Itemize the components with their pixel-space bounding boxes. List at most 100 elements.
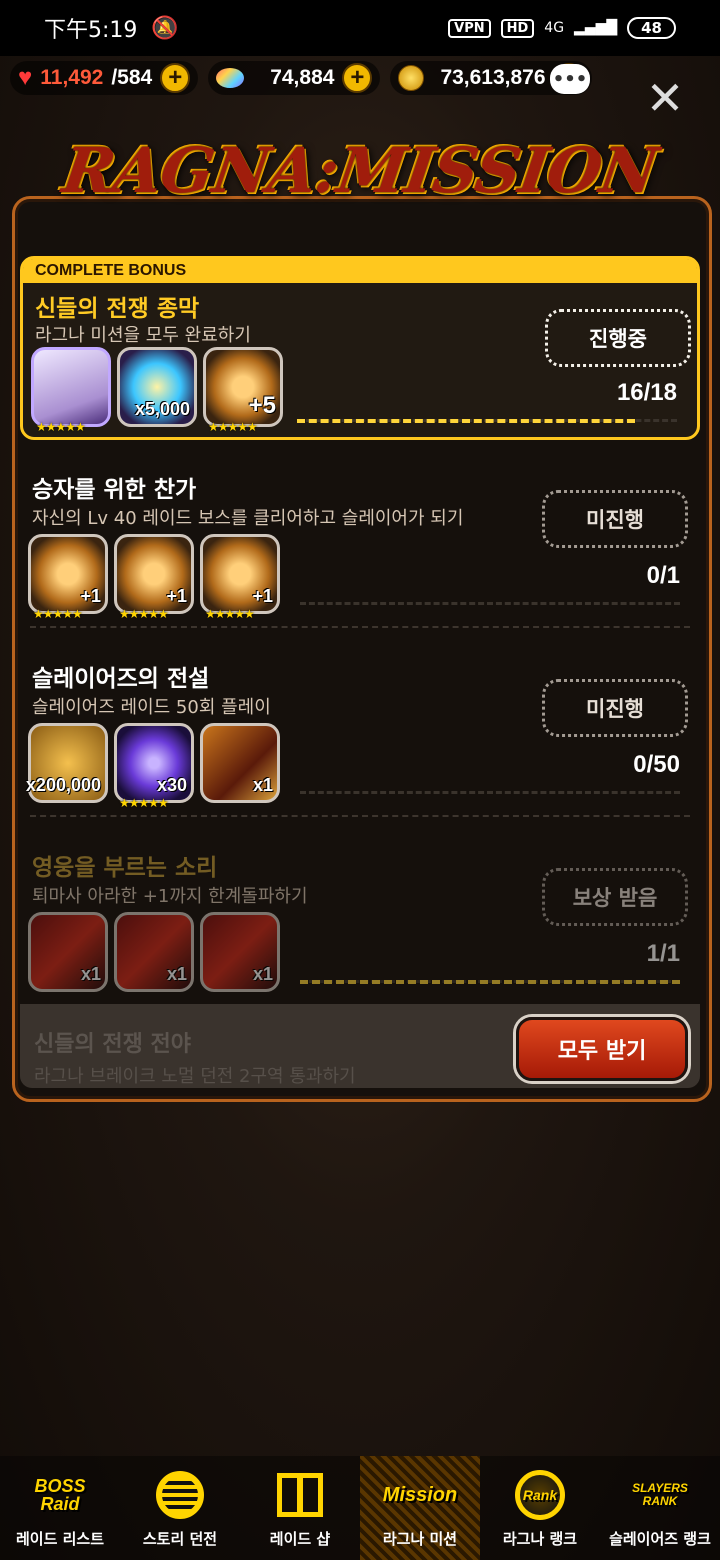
bottom-nav: BOSS Raid 레이드 리스트 스토리 던전 레이드 샵 Mission 라… (0, 1456, 720, 1560)
reward-quantity: x1 (80, 964, 101, 984)
star-rating: ★★★★★ (33, 607, 83, 621)
progress-track (300, 791, 680, 794)
reward-quantity: +1 (166, 586, 187, 606)
chat-bubble-icon: ••• (552, 68, 588, 90)
nav-story-dungeon[interactable]: 스토리 던전 (120, 1456, 240, 1560)
nav-ragna-rank[interactable]: Rank 라그나 랭크 (480, 1456, 600, 1560)
mission-description: 라그나 브레이크 노멀 던전 2구역 통과하기 (34, 1066, 356, 1087)
reward-rainbow-gem[interactable]: x5,000 (117, 347, 197, 427)
star-rating: ★★★★★ (36, 420, 86, 434)
nav-slayers-rank[interactable]: SLAYERS RANK 슬레이어즈 랭크 (600, 1456, 720, 1560)
mission-title: 슬레이어즈의 전설 (32, 666, 210, 692)
nav-label: 레이드 샵 (269, 1530, 331, 1548)
reward-quantity: x30 (156, 775, 187, 795)
mission-description: 라그나 미션을 모두 완료하기 (35, 325, 251, 346)
rank-globe-label: Rank (515, 1470, 565, 1520)
currency-bar: ♥ 11,492 /584 + 74,884 + 73,613,876 + (10, 58, 710, 98)
nav-raid-list[interactable]: BOSS Raid 레이드 리스트 (0, 1456, 120, 1560)
vpn-indicator: VPN (448, 18, 491, 38)
mission-title: 신들의 전쟁 종막 (35, 296, 200, 322)
reward-red-ticket[interactable]: x1 (114, 912, 194, 992)
close-icon: ✕ (645, 71, 685, 125)
coin-icon (398, 65, 425, 91)
reward-purple-crystal[interactable]: x30 ★★★★★ (114, 723, 194, 810)
stamina-counter: ♥ 11,492 /584 + (10, 61, 199, 95)
hd-indicator: HD (500, 18, 535, 38)
mission-description: 자신의 Lv 40 레이드 보스를 클리어하고 슬레이어가 되기 (32, 508, 464, 529)
mission-card: 슬레이어즈의 전설 슬레이어즈 레이드 50회 플레이 x200,000 x30… (20, 633, 700, 817)
stamina-value: 11,492 (40, 66, 104, 89)
mission-title: 승자를 위한 찬가 (32, 477, 197, 503)
chat-button[interactable]: ••• (550, 64, 590, 94)
reward-ticket[interactable]: x1 (200, 723, 280, 803)
gem-icon (216, 68, 245, 88)
mission-card: 승자를 위한 찬가 자신의 Lv 40 레이드 보스를 클리어하고 슬레이어가 … (20, 444, 700, 628)
mission-description: 퇴마사 아라한 +1까지 한계돌파하기 (32, 886, 308, 907)
status-bar: 下午5:19 🔕 VPN HD 4G ▂▄▆█ 48 (0, 0, 720, 56)
rank-globe-icon: Rank (508, 1464, 572, 1526)
reward-quantity: +1 (80, 586, 101, 606)
star-rating: ★★★★★ (119, 796, 169, 810)
add-gems-button[interactable]: + (342, 63, 373, 93)
complete-bonus-header: COMPLETE BONUS (23, 259, 697, 283)
divider (30, 815, 690, 817)
signal-icon: ▂▄▆█ (574, 20, 618, 36)
reward-list: +1 ★★★★★ +1 ★★★★★ +1 ★★★★★ (28, 534, 280, 621)
mission-card-claimed: 영웅을 부르는 소리 퇴마사 아라한 +1까지 한계돌파하기 x1 x1 x1 … (20, 822, 700, 1006)
nav-label: 레이드 리스트 (15, 1530, 105, 1548)
reward-character-card[interactable]: ★★★★★ (31, 347, 111, 434)
nav-label: 슬레이어즈 랭크 (609, 1530, 711, 1548)
progress-text: 1/1 (646, 940, 680, 967)
progress-bar (300, 980, 680, 984)
reward-red-ticket[interactable]: x1 (28, 912, 108, 992)
divider (30, 626, 690, 628)
reward-quantity: +1 (252, 586, 273, 606)
gem-value: 74,884 (270, 66, 335, 89)
nav-label: 스토리 던전 (142, 1530, 218, 1548)
reward-bronze-medal[interactable]: +5 ★★★★★ (203, 347, 283, 434)
progress-track (300, 602, 680, 605)
mission-state-button[interactable]: 미진행 (542, 490, 688, 548)
claim-all-button[interactable]: 모두 받기 (516, 1017, 688, 1081)
slayers-rank-icon: SLAYERS RANK (632, 1481, 688, 1508)
reward-quantity: x1 (252, 964, 273, 984)
reward-list: ★★★★★ x5,000 +5 ★★★★★ (31, 347, 283, 434)
progress-text: 16/18 (616, 379, 677, 406)
star-rating: ★★★★★ (119, 607, 169, 621)
add-stamina-button[interactable]: + (160, 63, 191, 93)
reward-red-ticket[interactable]: x1 (200, 912, 280, 992)
nav-raid-shop[interactable]: 레이드 샵 (240, 1456, 360, 1560)
reward-gold-coins[interactable]: x200,000 (25, 723, 108, 803)
nav-ragna-mission[interactable]: Mission 라그나 미션 (360, 1456, 480, 1560)
gold-value: 73,613,876 (440, 66, 546, 89)
heart-icon: ♥ (18, 64, 33, 91)
mission-state-button[interactable]: 미진행 (542, 679, 688, 737)
network-indicator: 4G (544, 20, 565, 36)
progress-bar (297, 419, 635, 423)
story-dungeon-icon (148, 1464, 212, 1526)
progress-text: 0/1 (646, 562, 680, 589)
reward-list: x200,000 x30 ★★★★★ x1 (25, 723, 280, 810)
mission-star-icon: Mission (382, 1484, 458, 1506)
complete-bonus-card: COMPLETE BONUS 신들의 전쟁 종막 라그나 미션을 모두 완료하기… (20, 256, 700, 440)
mission-title: 신들의 전쟁 전야 (34, 1032, 191, 1057)
reward-bronze-medal[interactable]: +1 ★★★★★ (114, 534, 194, 621)
reward-list: x1 x1 x1 (28, 912, 280, 992)
nav-label: 라그나 미션 (382, 1530, 458, 1548)
star-rating: ★★★★★ (208, 420, 258, 434)
close-button[interactable]: ✕ (645, 75, 685, 121)
mission-state-button[interactable]: 보상 받음 (542, 868, 688, 926)
battery-indicator: 48 (627, 17, 676, 39)
reward-quantity: +5 (248, 392, 276, 419)
reward-quantity: x200,000 (25, 775, 101, 795)
progress-text: 0/50 (633, 751, 680, 778)
mission-description: 슬레이어즈 레이드 50회 플레이 (32, 697, 271, 718)
ragna-mission-logo: RAGNA:MISSION (58, 133, 662, 207)
nav-label: 라그나 랭크 (502, 1530, 578, 1548)
mission-state-button[interactable]: 진행중 (545, 309, 691, 367)
reward-bronze-medal[interactable]: +1 ★★★★★ (200, 534, 280, 621)
reward-bronze-medal[interactable]: +1 ★★★★★ (28, 534, 108, 621)
mission-list[interactable]: COMPLETE BONUS 신들의 전쟁 종막 라그나 미션을 모두 완료하기… (20, 256, 700, 1006)
reward-quantity: x1 (252, 775, 273, 795)
mute-icon: 🔕 (151, 15, 179, 41)
